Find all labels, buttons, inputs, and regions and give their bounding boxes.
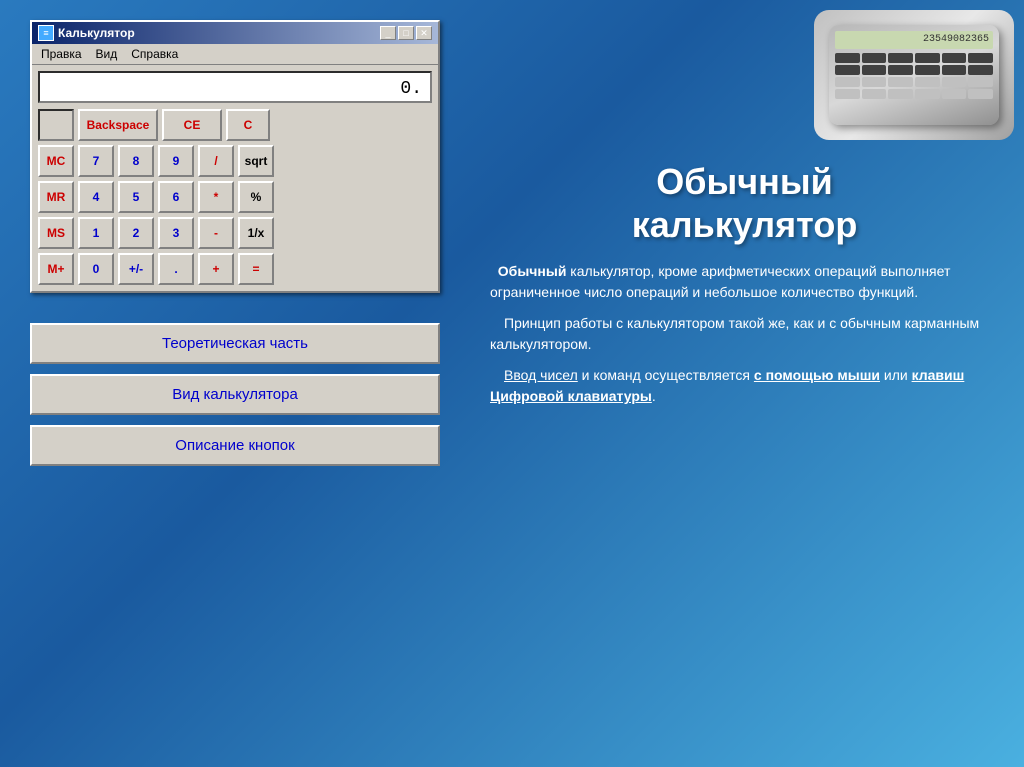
nav-view[interactable]: Вид калькулятора xyxy=(30,374,440,415)
menu-view[interactable]: Вид xyxy=(93,46,121,62)
close-button[interactable]: ✕ xyxy=(416,26,432,40)
app-icon: ≡ xyxy=(38,25,54,41)
fk-6 xyxy=(968,53,993,63)
button-area: Backspace CE C MC 7 8 9 / sqrt MR 4 xyxy=(38,109,432,285)
calc-graphic: 23549082365 xyxy=(829,25,999,125)
fk-1 xyxy=(835,53,860,63)
para1-bold: Обычный xyxy=(498,263,567,279)
para3-mid: и команд осуществляется xyxy=(578,367,754,383)
btn-4[interactable]: 4 xyxy=(78,181,114,213)
page-title: Обычный калькулятор xyxy=(490,160,999,246)
btn-7[interactable]: 7 xyxy=(78,145,114,177)
para3-end: . xyxy=(652,388,656,404)
mr-button[interactable]: MR xyxy=(38,181,74,213)
btn-5[interactable]: 5 xyxy=(118,181,154,213)
btn-sqrt[interactable]: sqrt xyxy=(238,145,274,177)
mplus-button[interactable]: M+ xyxy=(38,253,74,285)
nav-theoretical[interactable]: Теоретическая часть xyxy=(30,323,440,364)
btn-row-3: MS 1 2 3 - 1/x xyxy=(38,217,432,249)
ce-button[interactable]: CE xyxy=(162,109,222,141)
para3-underline2: с помощью мыши xyxy=(754,367,880,383)
fake-display: 23549082365 xyxy=(835,31,993,49)
mc-button[interactable]: MC xyxy=(38,145,74,177)
para3-mid2: или xyxy=(880,367,912,383)
fk-19 xyxy=(835,89,860,99)
minimize-button[interactable]: _ xyxy=(380,26,396,40)
titlebar: ≡ Калькулятор _ □ ✕ xyxy=(32,22,438,44)
titlebar-buttons: _ □ ✕ xyxy=(380,26,432,40)
btn-div[interactable]: / xyxy=(198,145,234,177)
para1: Обычный калькулятор, кроме арифметически… xyxy=(490,261,999,303)
btn-6[interactable]: 6 xyxy=(158,181,194,213)
title-line2: калькулятор xyxy=(632,204,858,245)
right-panel: 23549082365 xyxy=(470,0,1024,767)
fk-5 xyxy=(942,53,967,63)
btn-row-0: Backspace CE C xyxy=(38,109,432,141)
fk-20 xyxy=(862,89,887,99)
btn-pct[interactable]: % xyxy=(238,181,274,213)
btn-1[interactable]: 1 xyxy=(78,217,114,249)
fk-8 xyxy=(862,65,887,75)
btn-0[interactable]: 0 xyxy=(78,253,114,285)
btn-dot[interactable]: . xyxy=(158,253,194,285)
fk-9 xyxy=(888,65,913,75)
para2: Принцип работы с калькулятором такой же,… xyxy=(490,313,999,355)
btn-row-1: MC 7 8 9 / sqrt xyxy=(38,145,432,177)
calc-display: 0. xyxy=(38,71,432,103)
fk-24 xyxy=(968,89,993,99)
btn-mul[interactable]: * xyxy=(198,181,234,213)
para3: Ввод чисел и команд осуществляется с пом… xyxy=(490,365,999,407)
nav-buttons: Теоретическая часть Вид калькулятора Опи… xyxy=(30,323,440,466)
fake-keys xyxy=(835,53,993,99)
titlebar-left: ≡ Калькулятор xyxy=(38,25,135,41)
btn-8[interactable]: 8 xyxy=(118,145,154,177)
btn-row-4: M+ 0 +/- . + = xyxy=(38,253,432,285)
fk-12 xyxy=(968,65,993,75)
backspace-button[interactable]: Backspace xyxy=(78,109,158,141)
fk-17 xyxy=(942,77,967,87)
window-title: Калькулятор xyxy=(58,26,135,40)
fk-4 xyxy=(915,53,940,63)
ms-button[interactable]: MS xyxy=(38,217,74,249)
btn-eq[interactable]: = xyxy=(238,253,274,285)
title-line1: Обычный xyxy=(656,161,833,202)
fk-14 xyxy=(862,77,887,87)
fk-11 xyxy=(942,65,967,75)
calc-body: 0. Backspace CE C MC 7 8 9 / sqrt xyxy=(32,65,438,291)
btn-inv[interactable]: 1/x xyxy=(238,217,274,249)
calculator-window: ≡ Калькулятор _ □ ✕ Правка Вид Справка 0… xyxy=(30,20,440,293)
fk-3 xyxy=(888,53,913,63)
btn-row-2: MR 4 5 6 * % xyxy=(38,181,432,213)
fk-15 xyxy=(888,77,913,87)
c-button[interactable]: C xyxy=(226,109,270,141)
description: Обычный калькулятор, кроме арифметически… xyxy=(490,261,999,417)
menu-edit[interactable]: Правка xyxy=(38,46,85,62)
calculator-image: 23549082365 xyxy=(814,10,1014,140)
fk-10 xyxy=(915,65,940,75)
btn-2[interactable]: 2 xyxy=(118,217,154,249)
btn-3[interactable]: 3 xyxy=(158,217,194,249)
fk-7 xyxy=(835,65,860,75)
btn-add[interactable]: + xyxy=(198,253,234,285)
fk-13 xyxy=(835,77,860,87)
fk-18 xyxy=(968,77,993,87)
menubar: Правка Вид Справка xyxy=(32,44,438,65)
para3-underline1: Ввод чисел xyxy=(504,367,578,383)
fk-21 xyxy=(888,89,913,99)
fk-22 xyxy=(915,89,940,99)
left-panel: ≡ Калькулятор _ □ ✕ Правка Вид Справка 0… xyxy=(0,0,470,767)
fk-2 xyxy=(862,53,887,63)
fk-16 xyxy=(915,77,940,87)
btn-9[interactable]: 9 xyxy=(158,145,194,177)
menu-help[interactable]: Справка xyxy=(128,46,181,62)
check-button[interactable] xyxy=(38,109,74,141)
maximize-button[interactable]: □ xyxy=(398,26,414,40)
btn-sub[interactable]: - xyxy=(198,217,234,249)
btn-sign[interactable]: +/- xyxy=(118,253,154,285)
fk-23 xyxy=(942,89,967,99)
nav-description[interactable]: Описание кнопок xyxy=(30,425,440,466)
